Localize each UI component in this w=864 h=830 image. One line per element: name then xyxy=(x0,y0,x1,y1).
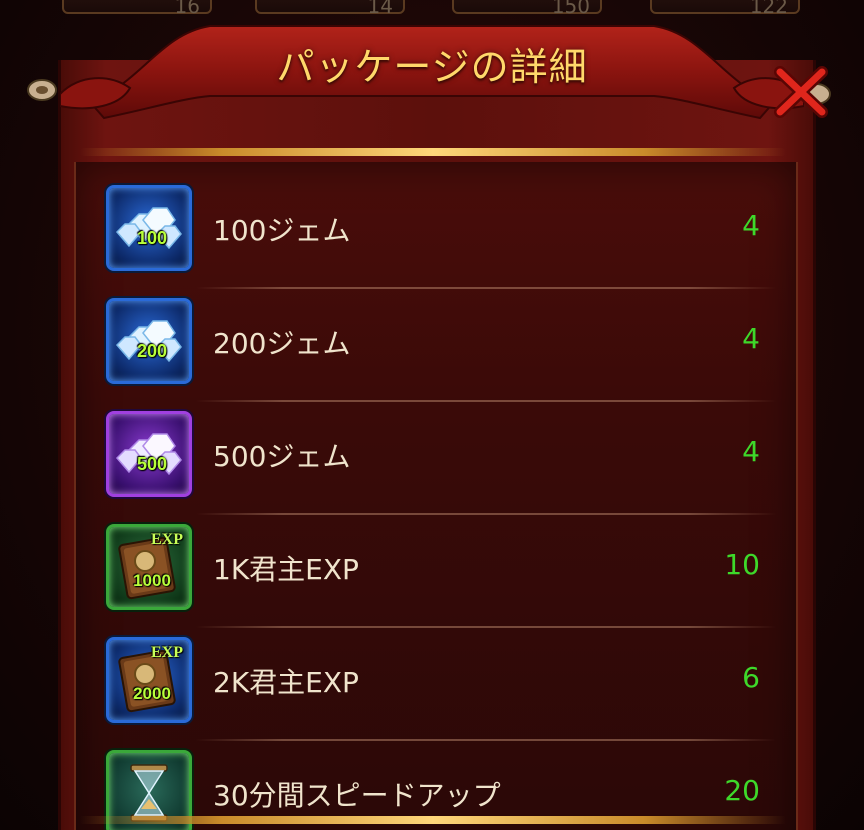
item-quantity: 6 xyxy=(742,661,760,694)
gem-icon: 100 xyxy=(106,185,192,271)
item-name: 500ジェム xyxy=(213,440,351,473)
item-name: 200ジェム xyxy=(213,327,351,360)
background-slot: 14 xyxy=(255,0,405,18)
item-quantity: 4 xyxy=(742,435,760,468)
icon-quantity-label: 500 xyxy=(136,454,168,474)
icon-quantity-label: 1000 xyxy=(133,571,171,590)
game-dialog-screen: 16 14 150 122 パッケージの詳細 100 100ジェム 4 200 … xyxy=(0,0,864,830)
item-name: 30分間スピードアップ xyxy=(213,779,501,812)
list-item: 500 500ジェム 4 xyxy=(96,402,776,515)
item-quantity: 4 xyxy=(742,209,760,242)
item-quantity: 20 xyxy=(724,774,760,807)
close-button[interactable] xyxy=(770,62,832,124)
list-item: EXP 2000 2K君主EXP 6 xyxy=(96,628,776,741)
item-quantity: 4 xyxy=(742,322,760,355)
exp-book-icon: EXP 1000 xyxy=(106,524,192,610)
list-item: EXP 1000 1K君主EXP 10 xyxy=(96,515,776,628)
icon-exp-tag: EXP xyxy=(151,644,183,661)
background-slot: 150 xyxy=(452,0,602,18)
item-name: 100ジェム xyxy=(213,214,351,247)
icon-quantity-label: 200 xyxy=(136,341,168,361)
list-item: 100 100ジェム 4 xyxy=(96,176,776,289)
icon-quantity-label: 100 xyxy=(136,228,168,248)
gem-icon: 500 xyxy=(106,411,192,497)
gem-icon: 200 xyxy=(106,298,192,384)
list-item: 200 200ジェム 4 xyxy=(96,289,776,402)
title-banner: パッケージの詳細 xyxy=(60,14,804,120)
item-name: 2K君主EXP xyxy=(213,666,359,699)
dialog-title: パッケージの詳細 xyxy=(276,45,588,89)
close-x-icon[interactable] xyxy=(770,62,832,124)
scroll-cap-left-icon xyxy=(27,79,57,101)
gold-divider-top xyxy=(80,148,786,156)
icon-exp-tag: EXP xyxy=(151,531,183,548)
exp-book-icon: EXP 2000 xyxy=(106,637,192,723)
package-item-list[interactable]: 100 100ジェム 4 200 200ジェム 4 500 500ジェム 4 E… xyxy=(96,176,776,830)
background-slot: 122 xyxy=(650,0,800,18)
item-quantity: 10 xyxy=(724,548,760,581)
background-slot: 16 xyxy=(62,0,212,18)
gold-divider-bottom xyxy=(80,816,786,824)
item-name: 1K君主EXP xyxy=(213,553,359,586)
icon-quantity-label: 2000 xyxy=(133,684,171,703)
